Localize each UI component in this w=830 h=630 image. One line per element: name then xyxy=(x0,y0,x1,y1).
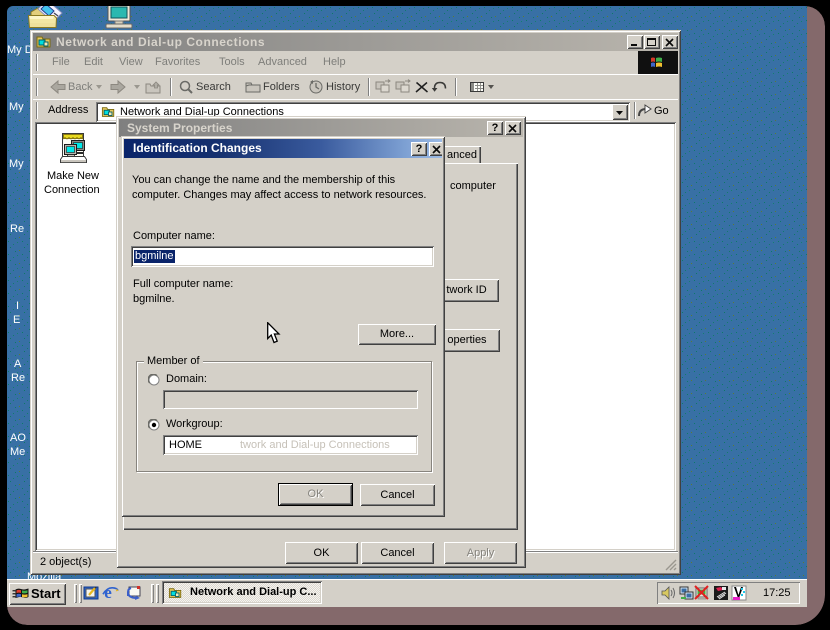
svg-text:e: e xyxy=(104,584,112,601)
